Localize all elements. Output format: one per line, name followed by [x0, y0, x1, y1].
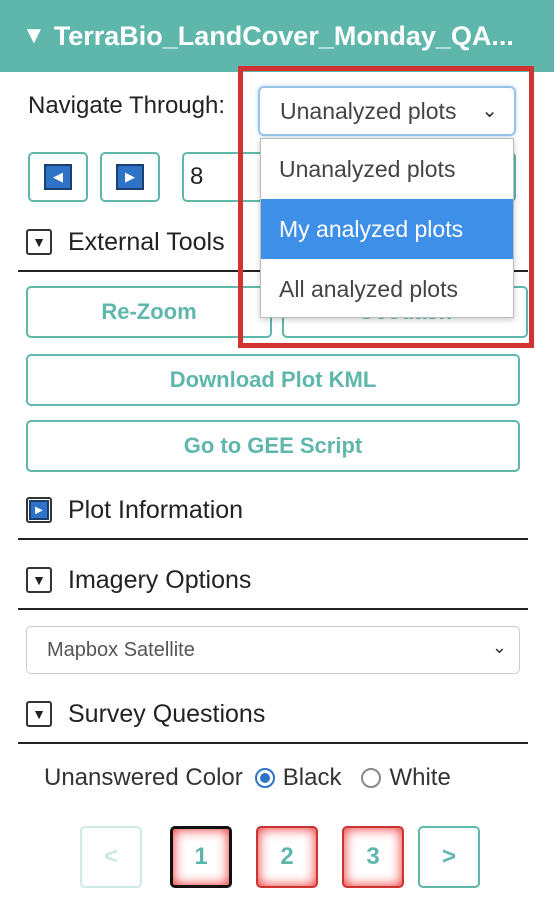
collapse-toggle-icon: ▼: [26, 567, 52, 593]
black-radio-label: Black: [282, 764, 342, 791]
next-page-button[interactable]: >: [418, 826, 480, 888]
collapse-toggle-icon: ▼: [26, 229, 52, 255]
imagery-select-value: Mapbox Satellite: [47, 638, 195, 661]
unanswered-color-label: Unanswered Color: [44, 764, 243, 791]
next-plot-button[interactable]: ▶: [100, 152, 160, 202]
previous-plot-button[interactable]: ◀: [28, 152, 88, 202]
navigate-select-value: Unanalyzed plots: [280, 97, 457, 124]
download-plot-kml-button[interactable]: Download Plot KML: [26, 354, 520, 406]
external-tools-header[interactable]: ▼ External Tools: [26, 222, 225, 262]
white-radio-label: White: [389, 764, 451, 791]
option-all-analyzed-plots[interactable]: All analyzed plots: [261, 259, 513, 319]
plot-information-header[interactable]: ▶ Plot Information: [26, 490, 243, 530]
question-page-2-button[interactable]: 2: [256, 826, 318, 888]
section-title: Survey Questions: [68, 699, 266, 728]
question-page-3-button[interactable]: 3: [342, 826, 404, 888]
white-radio[interactable]: [361, 768, 382, 788]
previous-page-button[interactable]: <: [80, 826, 142, 888]
survey-questions-header[interactable]: ▼ Survey Questions: [26, 694, 265, 734]
expand-toggle-icon: ▶: [26, 497, 52, 523]
black-radio[interactable]: [254, 768, 275, 788]
navigate-through-label: Navigate Through:: [28, 92, 226, 119]
chevron-down-icon: ⌄: [491, 637, 507, 657]
section-title: Plot Information: [68, 495, 244, 524]
option-my-analyzed-plots[interactable]: My analyzed plots: [261, 199, 513, 259]
section-title: Imagery Options: [68, 565, 252, 594]
left-arrow-icon: ◀: [44, 164, 72, 190]
project-title-bar[interactable]: ▼ TerraBio_LandCover_Monday_QA...: [0, 0, 554, 72]
go-to-gee-script-button[interactable]: Go to GEE Script: [26, 420, 520, 472]
chevron-down-icon: ⌄: [481, 100, 498, 122]
divider: [18, 608, 528, 610]
imagery-source-select[interactable]: Mapbox Satellite ⌄: [26, 626, 520, 674]
option-unanalyzed-plots[interactable]: Unanalyzed plots: [261, 139, 513, 199]
unanswered-color-row: Unanswered Color Black White: [44, 764, 451, 792]
imagery-options-header[interactable]: ▼ Imagery Options: [26, 560, 251, 600]
question-page-1-button[interactable]: 1: [170, 826, 232, 888]
section-title: External Tools: [68, 227, 225, 256]
collapse-toggle-icon: ▼: [26, 701, 52, 727]
project-title: TerraBio_LandCover_Monday_QA...: [53, 20, 514, 51]
navigate-dropdown-list: Unanalyzed plots My analyzed plots All a…: [260, 138, 514, 318]
right-arrow-icon: ▶: [116, 164, 144, 190]
navigate-through-select[interactable]: Unanalyzed plots ⌄: [258, 86, 516, 136]
collapse-triangle-icon: ▼: [22, 22, 46, 49]
rezoom-button[interactable]: Re-Zoom: [26, 286, 272, 338]
divider: [18, 742, 528, 744]
divider: [18, 538, 528, 540]
